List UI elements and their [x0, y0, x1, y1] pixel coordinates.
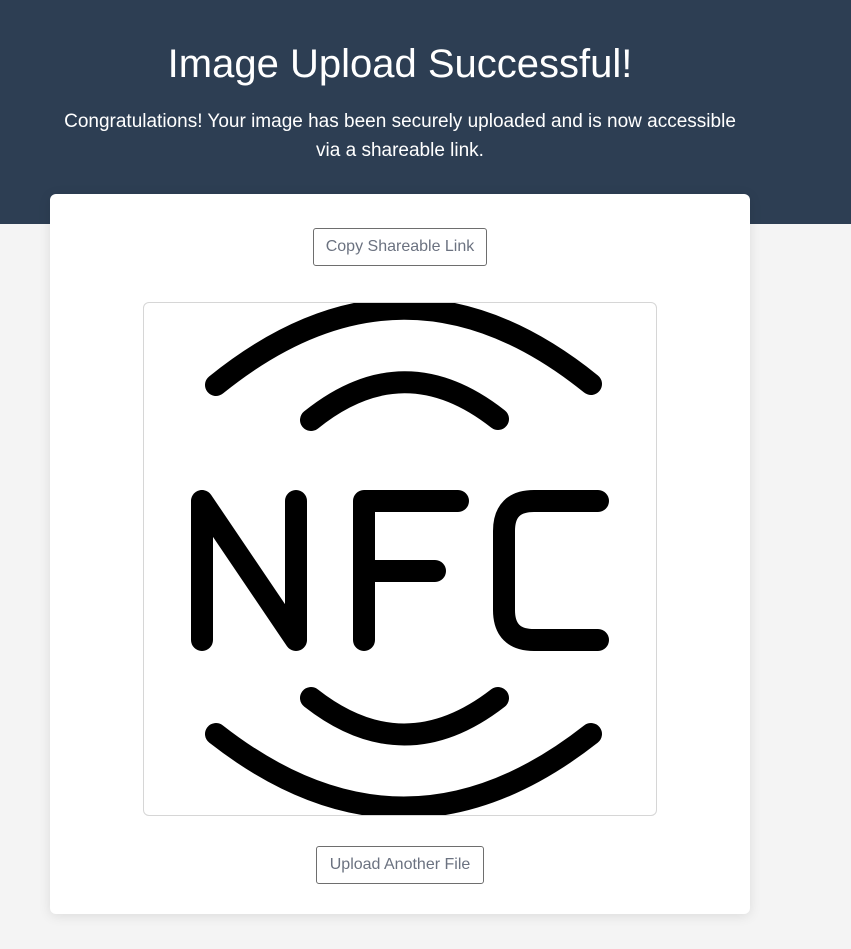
copy-link-button[interactable]: Copy Shareable Link — [313, 228, 487, 266]
letter-n — [191, 490, 307, 651]
success-message: Congratulations! Your image has been sec… — [64, 111, 736, 161]
page-title: Image Upload Successful! — [167, 42, 633, 86]
nfc-icon — [191, 303, 609, 815]
signal-arc-top-inner — [300, 371, 509, 431]
letter-f — [353, 490, 469, 651]
signal-arc-bottom-inner — [300, 687, 509, 746]
uploaded-image-preview — [143, 302, 657, 816]
upload-result-card: Copy Shareable Link Upload Another File — [50, 194, 750, 914]
letter-c — [493, 490, 609, 651]
upload-another-button[interactable]: Upload Another File — [316, 846, 484, 884]
success-header: Image Upload Successful! Congratulations… — [0, 0, 851, 224]
